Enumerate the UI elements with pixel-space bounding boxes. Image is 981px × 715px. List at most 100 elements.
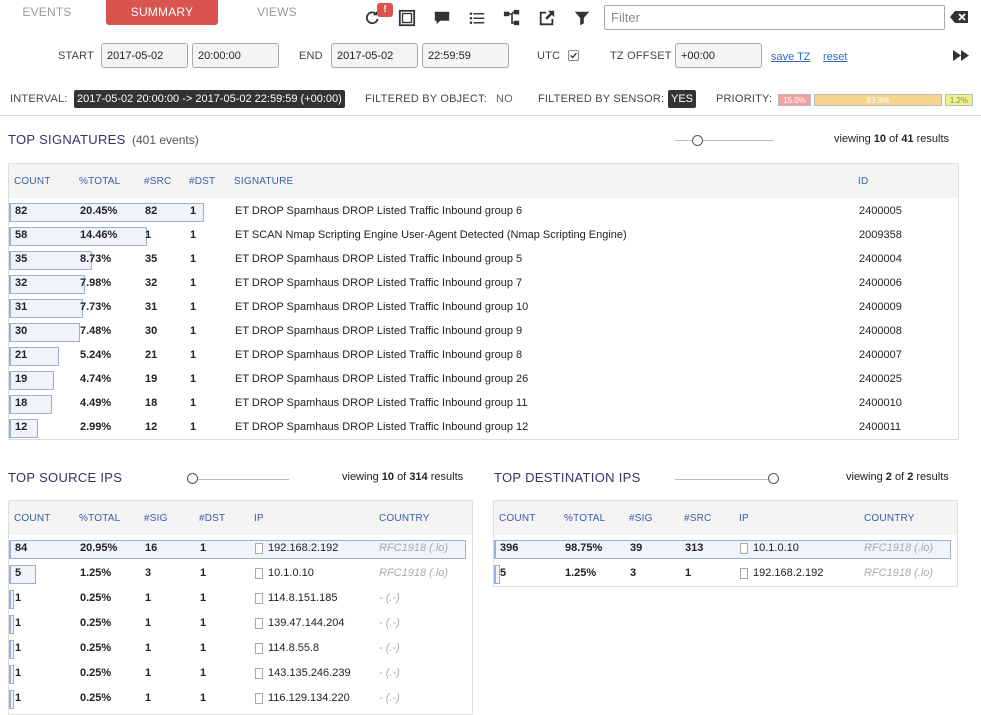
table-row[interactable]: 58 14.46% 1 1 ET SCAN Nmap Scripting Engine … (9, 224, 958, 248)
col-total[interactable]: %TOTAL (79, 176, 120, 187)
col-src[interactable]: #SRC (144, 176, 171, 187)
col-id[interactable]: ID (858, 176, 868, 187)
src-cell: 21 (145, 349, 158, 361)
table-row[interactable]: 1 0.25% 1 1 114.8.151.185 - (.-) (9, 587, 472, 611)
col-signature[interactable]: SIGNATURE (234, 176, 293, 187)
priority-low[interactable]: 1.2% (945, 94, 973, 106)
dest-ips-table: COUNT %TOTAL #SIG #SRC IP COUNTRY 396 98.… (493, 500, 958, 587)
count-cell: 396 (500, 542, 519, 554)
signature-link[interactable]: ET DROP Spamhaus DROP Listed Traffic Inb… (235, 301, 528, 313)
tab-summary[interactable]: SUMMARY (106, 0, 218, 25)
dst-cell: 1 (200, 542, 207, 554)
ip-link[interactable]: 10.1.0.10 (268, 567, 314, 579)
tree-icon[interactable] (502, 8, 522, 28)
filter-icon[interactable] (572, 8, 592, 28)
sig-cell: 1 (145, 617, 152, 629)
fast-forward-icon[interactable] (952, 49, 970, 62)
table-row[interactable]: 1 0.25% 1 1 114.8.55.8 - (.-) (9, 637, 472, 661)
signature-link[interactable]: ET SCAN Nmap Scripting Engine User-Agent… (235, 229, 627, 241)
start-date-input[interactable] (101, 43, 188, 68)
col-ip[interactable]: IP (739, 513, 749, 524)
signature-link[interactable]: ET DROP Spamhaus DROP Listed Traffic Inb… (235, 421, 528, 433)
priority-medium[interactable]: 83.8% (814, 94, 942, 106)
col-country[interactable]: COUNTRY (864, 513, 915, 524)
ip-link[interactable]: 192.168.2.192 (753, 567, 823, 579)
col-dst[interactable]: #DST (189, 176, 215, 187)
col-sig[interactable]: #SIG (144, 513, 168, 524)
list-icon[interactable] (467, 8, 487, 28)
col-country[interactable]: COUNTRY (379, 513, 430, 524)
source-ips-slider-knob[interactable] (187, 473, 198, 484)
col-ip[interactable]: IP (254, 513, 264, 524)
count-cell: 21 (15, 349, 28, 361)
table-row[interactable]: 19 4.74% 19 1 ET DROP Spamhaus DROP Listed T… (9, 368, 958, 392)
table-row[interactable]: 18 4.49% 18 1 ET DROP Spamhaus DROP Listed T… (9, 392, 958, 416)
filter-input[interactable] (604, 5, 945, 30)
table-row[interactable]: 32 7.98% 32 1 ET DROP Spamhaus DROP Listed T… (9, 272, 958, 296)
table-row[interactable]: 30 7.48% 30 1 ET DROP Spamhaus DROP Listed T… (9, 320, 958, 344)
table-row[interactable]: 5 1.25% 3 1 192.168.2.192 RFC1918 (.lo) (494, 562, 957, 586)
comment-icon[interactable] (432, 8, 452, 28)
col-count[interactable]: COUNT (14, 176, 51, 187)
end-time-input[interactable] (422, 43, 509, 68)
tab-events[interactable]: EVENTS (0, 0, 94, 25)
tab-views[interactable]: VIEWS (235, 0, 319, 25)
table-row[interactable]: 82 20.45% 82 1 ET DROP Spamhaus DROP Listed … (9, 200, 958, 224)
signatures-slider-track[interactable] (675, 140, 774, 141)
table-row[interactable]: 35 8.73% 35 1 ET DROP Spamhaus DROP Listed T… (9, 248, 958, 272)
table-row[interactable]: 1 0.25% 1 1 143.135.246.239 - (.-) (9, 662, 472, 686)
save-tz-link[interactable]: save TZ (771, 51, 811, 63)
reset-link[interactable]: reset (823, 51, 847, 63)
signature-link[interactable]: ET DROP Spamhaus DROP Listed Traffic Inb… (235, 373, 528, 385)
start-time-input[interactable] (192, 43, 279, 68)
ip-link[interactable]: 116.129.134.220 (268, 692, 350, 704)
col-count[interactable]: COUNT (499, 513, 536, 524)
backspace-icon[interactable] (949, 10, 969, 24)
col-src[interactable]: #SRC (684, 513, 711, 524)
table-row[interactable]: 84 20.95% 16 1 192.168.2.192 RFC1918 (.lo) (9, 537, 472, 561)
col-dst[interactable]: #DST (199, 513, 225, 524)
col-total[interactable]: %TOTAL (564, 513, 605, 524)
utc-checkbox[interactable] (568, 50, 579, 61)
dst-cell: 1 (190, 397, 197, 409)
dest-ips-slider-knob[interactable] (768, 473, 779, 484)
signatures-slider-knob[interactable] (692, 135, 703, 146)
table-row[interactable]: 12 2.99% 12 1 ET DROP Spamhaus DROP Listed T… (9, 416, 958, 439)
table-row[interactable]: 396 98.75% 39 313 10.1.0.10 RFC1918 (.lo) (494, 537, 957, 561)
flag-icon (740, 568, 748, 579)
ip-link[interactable]: 139.47.144.204 (268, 617, 344, 629)
table-row[interactable]: 5 1.25% 3 1 10.1.0.10 RFC1918 (.lo) (9, 562, 472, 586)
dst-cell: 1 (190, 349, 197, 361)
table-row[interactable]: 21 5.24% 21 1 ET DROP Spamhaus DROP Listed T… (9, 344, 958, 368)
total-cell: 4.49% (80, 397, 112, 409)
country-cell: - (.-) (379, 592, 400, 604)
ip-link[interactable]: 114.8.151.185 (268, 592, 338, 604)
col-total[interactable]: %TOTAL (79, 513, 120, 524)
ip-link[interactable]: 114.8.55.8 (268, 642, 319, 654)
tz-offset-input[interactable] (675, 43, 762, 68)
col-sig[interactable]: #SIG (629, 513, 653, 524)
dest-ips-slider-track[interactable] (675, 479, 774, 480)
priority-high[interactable]: 15.0% (778, 94, 811, 106)
table-row[interactable]: 1 0.25% 1 1 116.129.134.220 - (.-) (9, 687, 472, 711)
signature-link[interactable]: ET DROP Spamhaus DROP Listed Traffic Inb… (235, 349, 522, 361)
ip-link[interactable]: 10.1.0.10 (753, 542, 799, 554)
signature-link[interactable]: ET DROP Spamhaus DROP Listed Traffic Inb… (235, 205, 522, 217)
ip-link[interactable]: 192.168.2.192 (268, 542, 338, 554)
end-date-input[interactable] (331, 43, 418, 68)
flag-icon (255, 668, 263, 679)
table-row[interactable]: 1 0.25% 1 1 139.47.144.204 - (.-) (9, 612, 472, 636)
signature-link[interactable]: ET DROP Spamhaus DROP Listed Traffic Inb… (235, 325, 522, 337)
signature-link[interactable]: ET DROP Spamhaus DROP Listed Traffic Inb… (235, 277, 522, 289)
source-ips-slider-track[interactable] (190, 479, 289, 480)
fullscreen-icon[interactable] (397, 8, 417, 28)
col-count[interactable]: COUNT (14, 513, 51, 524)
signature-link[interactable]: ET DROP Spamhaus DROP Listed Traffic Inb… (235, 397, 527, 409)
dest-ips-viewing: viewing 2 of 2 results (846, 471, 949, 483)
dst-cell: 1 (190, 253, 197, 265)
count-cell: 30 (15, 325, 28, 337)
signature-link[interactable]: ET DROP Spamhaus DROP Listed Traffic Inb… (235, 253, 522, 265)
external-link-icon[interactable] (537, 8, 557, 28)
table-row[interactable]: 31 7.73% 31 1 ET DROP Spamhaus DROP Listed T… (9, 296, 958, 320)
ip-link[interactable]: 143.135.246.239 (268, 667, 351, 679)
